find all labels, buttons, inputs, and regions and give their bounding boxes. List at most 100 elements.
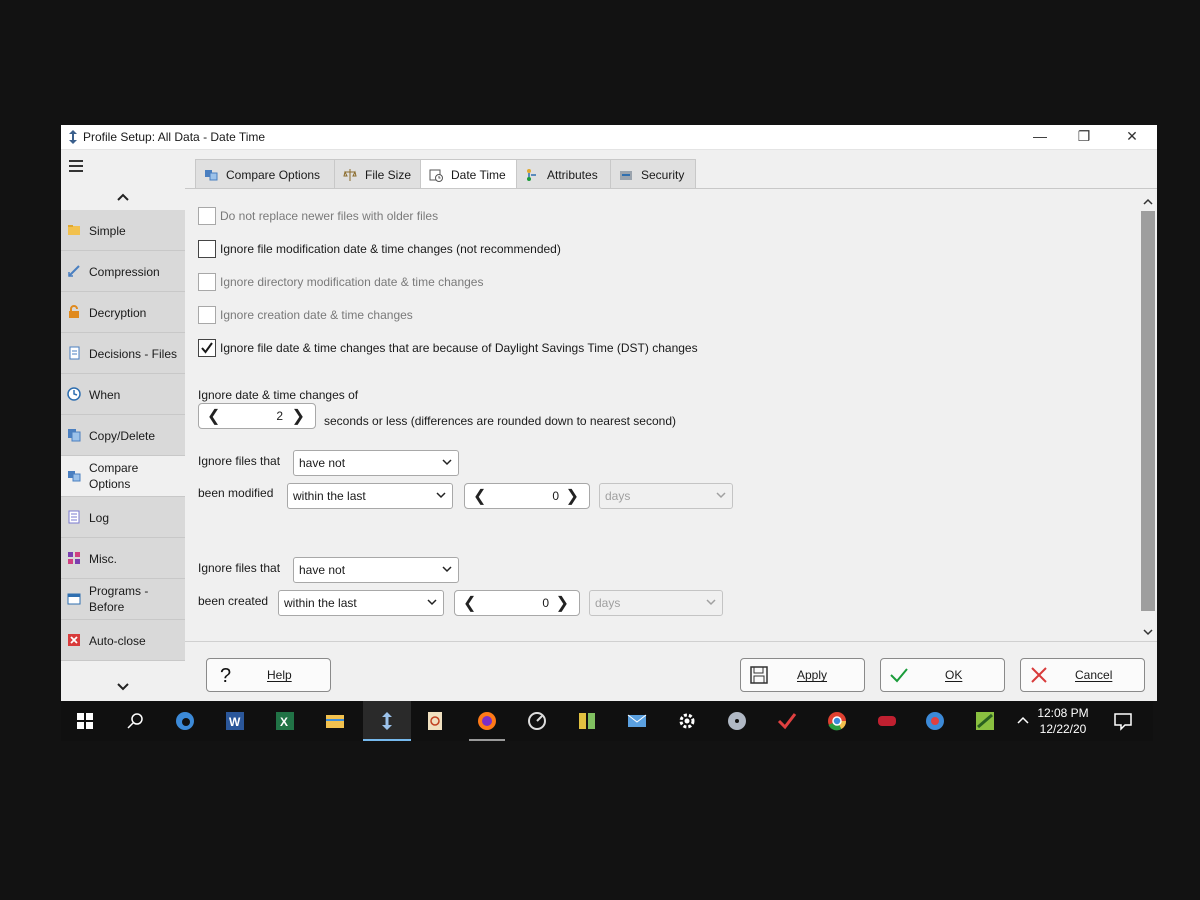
amount-value: 0 [542, 596, 549, 610]
ignore-dst-checkbox[interactable] [198, 339, 216, 357]
hamburger-menu-icon[interactable] [69, 160, 83, 175]
modified-amount-spinner[interactable]: ❮ 0 ❯ [464, 483, 590, 509]
word-icon[interactable]: W [223, 709, 247, 733]
gaming-icon[interactable] [875, 709, 899, 733]
sidebar-item-simple[interactable]: Simple [61, 210, 185, 251]
scale-icon [343, 169, 357, 181]
sidebar-scroll-down-button[interactable] [61, 680, 185, 698]
increment-icon[interactable]: ❯ [566, 486, 579, 506]
sidebar-item-label: Misc. [89, 552, 117, 566]
ignore-file-mod-label: Ignore file modification date & time cha… [220, 242, 561, 256]
sidebar-item-when[interactable]: When [61, 374, 185, 415]
chevron-down-icon [706, 599, 716, 606]
system-clock[interactable]: 12:08 PM 12/22/20 [1033, 705, 1093, 737]
select-value: within the last [293, 489, 366, 503]
tab-label: Compare Options [226, 168, 321, 182]
chevron-down-icon [442, 459, 452, 466]
created-amount-spinner[interactable]: ❮ 0 ❯ [454, 590, 580, 616]
maximize-button[interactable]: ❐ [1061, 125, 1107, 149]
chrome-icon[interactable] [825, 709, 849, 733]
edge-icon[interactable] [173, 709, 197, 733]
minimize-button[interactable]: — [1017, 125, 1063, 149]
tab-security[interactable]: Security [610, 159, 696, 189]
network-icon[interactable] [923, 709, 947, 733]
help-button[interactable]: ? Help [206, 658, 331, 692]
sidebar-item-decryption[interactable]: Decryption [61, 292, 185, 333]
sidebar-item-auto-close[interactable]: Auto-close [61, 620, 185, 661]
sidebar-item-compression[interactable]: Compression [61, 251, 185, 292]
scroll-down-icon[interactable] [1139, 627, 1157, 637]
settings-dial-icon[interactable] [525, 709, 549, 733]
firefox-icon[interactable] [475, 709, 499, 733]
modified-unit-select[interactable]: days [599, 483, 733, 509]
windows-start-icon[interactable] [73, 709, 97, 733]
gear-icon[interactable] [675, 709, 699, 733]
active-app-indicator [363, 739, 411, 741]
ignore-creation-checkbox[interactable] [198, 306, 216, 324]
select-value: within the last [284, 596, 357, 610]
calendar-icon [429, 169, 443, 182]
increment-icon[interactable]: ❯ [556, 593, 569, 613]
sidebar-item-compare-options[interactable]: Compare Options [61, 456, 185, 497]
search-icon[interactable] [123, 709, 147, 733]
amount-value: 0 [552, 489, 559, 503]
compare-icon [68, 471, 81, 482]
tab-date-time[interactable]: Date Time [420, 159, 517, 190]
close-button[interactable]: ✕ [1109, 125, 1155, 149]
chevron-down-icon [442, 566, 452, 573]
scrollbar-thumb[interactable] [1141, 211, 1155, 611]
attributes-icon [527, 169, 536, 181]
modified-condition-select[interactable]: have not [293, 450, 459, 476]
notification-icon[interactable] [1111, 709, 1135, 733]
sidebar-item-misc[interactable]: Misc. [61, 538, 185, 579]
mail-icon[interactable] [625, 709, 649, 733]
apply-button[interactable]: Apply [740, 658, 865, 692]
document-icon [69, 346, 80, 360]
syncback-icon[interactable] [375, 709, 399, 733]
clock-icon [67, 387, 81, 401]
tab-attributes[interactable]: Attributes [516, 159, 611, 189]
created-unit-select[interactable]: days [589, 590, 723, 616]
no-replace-newer-checkbox[interactable] [198, 207, 216, 225]
increment-icon[interactable]: ❯ [292, 406, 305, 426]
ok-button[interactable]: OK [880, 658, 1005, 692]
book-icon[interactable] [575, 709, 599, 733]
file-explorer-icon[interactable] [323, 709, 347, 733]
ignore-dir-mod-label: Ignore directory modification date & tim… [220, 275, 484, 289]
sidebar-scroll-up-button[interactable] [61, 190, 185, 208]
sidebar-item-decisions-files[interactable]: Decisions - Files [61, 333, 185, 374]
created-filter-label: Ignore files that [198, 561, 281, 575]
tab-file-size[interactable]: File Size [334, 159, 421, 189]
select-value: days [595, 596, 621, 610]
decrement-icon[interactable]: ❮ [207, 406, 220, 426]
excel-icon[interactable]: X [273, 709, 297, 733]
tab-compare-options[interactable]: Compare Options [195, 159, 335, 189]
cancel-button[interactable]: Cancel [1020, 658, 1145, 692]
created-range-select[interactable]: within the last [278, 590, 444, 616]
green-app-icon[interactable] [973, 709, 997, 733]
created-condition-select[interactable]: have not [293, 557, 459, 583]
decrement-icon[interactable]: ❮ [463, 593, 476, 613]
profile-setup-window: Profile Setup: All Data - Date Time — ❐ … [61, 125, 1157, 701]
panel-scrollbar[interactable] [1139, 195, 1157, 641]
chevron-up-icon[interactable] [1011, 709, 1035, 733]
sidebar-item-copy-delete[interactable]: Copy/Delete [61, 415, 185, 456]
tab-label: Security [641, 168, 685, 182]
checkmark-app-icon[interactable] [775, 709, 799, 733]
question-mark-icon: ? [220, 665, 231, 685]
modified-range-select[interactable]: within the last [287, 483, 453, 509]
ignore-file-mod-checkbox[interactable] [198, 240, 216, 258]
taskbar: W X 12:08 PM 12/22/20 [61, 701, 1153, 741]
svg-text:W: W [229, 715, 241, 729]
decrement-icon[interactable]: ❮ [473, 486, 486, 506]
disc-icon[interactable] [725, 709, 749, 733]
sidebar-item-log[interactable]: Log [61, 497, 185, 538]
pdf-icon[interactable] [423, 709, 447, 733]
tolerance-spinner[interactable]: ❮ 2 ❯ [198, 403, 316, 429]
date-time-panel: Do not replace newer files with older fi… [185, 189, 1139, 641]
ignore-creation-label: Ignore creation date & time changes [220, 308, 413, 322]
sidebar: Simple Compression Decryption Decisions … [61, 150, 185, 701]
scroll-up-icon[interactable] [1139, 197, 1157, 207]
sidebar-item-programs-before[interactable]: Programs - Before [61, 579, 185, 620]
ignore-dir-mod-checkbox[interactable] [198, 273, 216, 291]
